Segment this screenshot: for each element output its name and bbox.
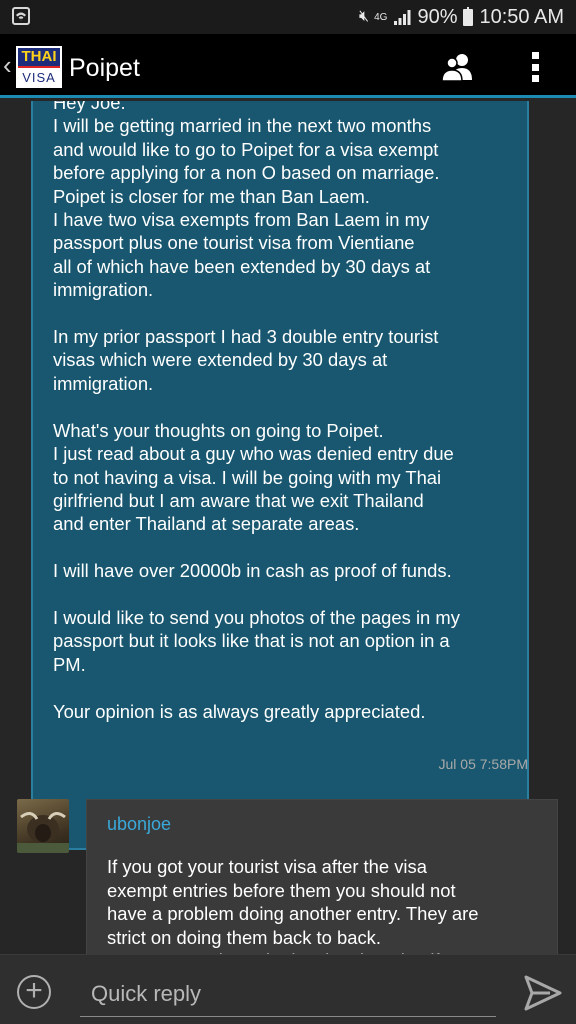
battery-icon [463, 6, 474, 26]
send-icon[interactable] [524, 975, 562, 1011]
my-message-bubble: Hey Joe. I will be getting married in th… [31, 101, 529, 850]
message-text: If you got your tourist visa after the v… [107, 856, 479, 954]
logo-bottom-text: VISA [18, 66, 60, 86]
quick-reply-input[interactable] [80, 971, 496, 1017]
back-arrow-icon[interactable]: ‹ [3, 50, 12, 80]
message-timestamp: Jul 05 7:58PM [438, 756, 529, 772]
network-type: 4G [374, 11, 388, 23]
participants-icon[interactable] [440, 52, 476, 82]
clock: 10:50 AM [479, 5, 564, 28]
signal-icon [394, 10, 411, 25]
mute-icon: 🔇︎ [359, 8, 369, 25]
message-author[interactable]: ubonjoe [107, 814, 171, 835]
reply-bar: + [0, 954, 576, 1024]
avatar[interactable] [17, 799, 69, 853]
other-message-bubble: ubonjoe If you got your tourist visa aft… [86, 799, 558, 954]
wifi-notification-icon [12, 7, 30, 25]
add-attachment-icon[interactable]: + [17, 975, 51, 1009]
logo-top-text: THAI [18, 48, 60, 66]
more-options-icon[interactable] [532, 52, 540, 82]
message-list[interactable]: Hey Joe. I will be getting married in th… [0, 101, 576, 954]
thaivisa-logo[interactable]: THAI VISA [16, 46, 62, 88]
conversation-title: Poipet [69, 54, 140, 82]
app-bar: ‹ THAI VISA Poipet [0, 34, 576, 98]
status-bar: 🔇︎ 4G 90% 10:50 AM [0, 0, 576, 34]
message-text: Hey Joe. I will be getting married in th… [53, 101, 460, 722]
battery-percent: 90% [417, 5, 458, 28]
